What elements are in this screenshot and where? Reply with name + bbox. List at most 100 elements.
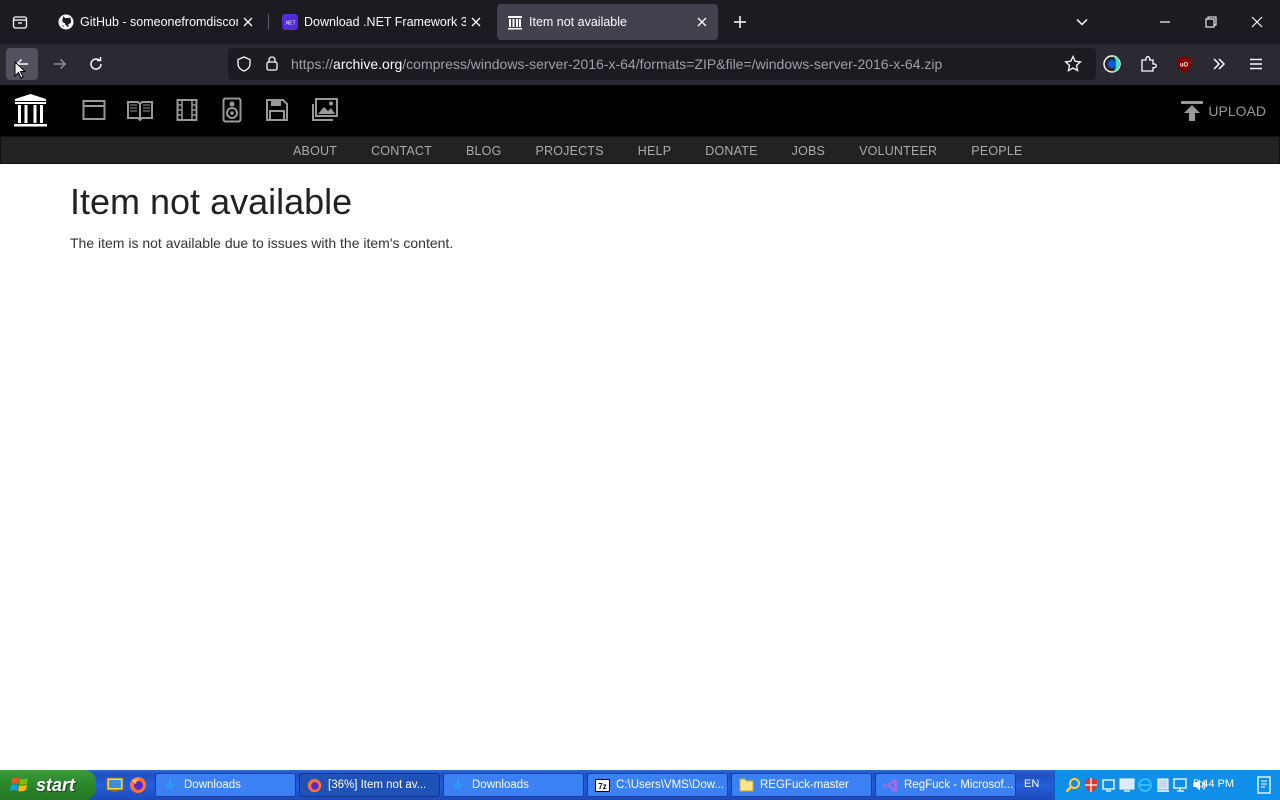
close-window-button[interactable] — [1241, 6, 1273, 38]
nav-help[interactable]: HELP — [621, 144, 688, 158]
taskbar-button-label: RegFuck - Microsof... — [904, 779, 1014, 791]
display-tray-icon[interactable] — [1119, 777, 1135, 793]
taskbar-button-downloads-2[interactable]: Downloads — [443, 773, 584, 797]
taskbar-button-7zip[interactable]: 7z C:\Users\VMS\Dow... — [587, 773, 728, 797]
start-label: start — [36, 774, 76, 795]
restore-window-button[interactable] — [1195, 6, 1227, 38]
github-icon — [58, 14, 74, 30]
chevron-down-icon — [1076, 18, 1088, 26]
tab-title: Item not available — [529, 15, 627, 29]
close-tab-icon[interactable] — [238, 12, 258, 32]
taskbar-button-label: C:\Users\VMS\Dow... — [616, 779, 724, 791]
nav-about[interactable]: ABOUT — [276, 144, 354, 158]
internet-archive-logo-icon[interactable] — [13, 93, 48, 129]
upload-icon — [1181, 101, 1204, 121]
tab-title: GitHub - someonefromdiscord — [80, 15, 238, 29]
svg-text:7z: 7z — [598, 782, 606, 791]
download-arrow-icon — [450, 777, 466, 793]
7zip-icon: 7z — [594, 777, 610, 793]
double-chevron-right-icon — [1213, 58, 1226, 70]
address-bar[interactable]: https://archive.org/compress/windows-ser… — [228, 48, 1096, 80]
network-tray-icon[interactable] — [1101, 777, 1117, 793]
ublock-origin-button[interactable]: uO — [1168, 48, 1200, 80]
forward-button[interactable] — [44, 48, 76, 80]
shield-icon — [237, 56, 251, 72]
tab-overview-icon — [12, 16, 28, 29]
system-tray: 5:44 PM — [1054, 770, 1280, 800]
taskbar-button-downloads[interactable]: Downloads — [155, 773, 296, 797]
security-shield-tray-icon[interactable] — [1083, 777, 1099, 793]
list-all-tabs-button[interactable] — [1066, 6, 1098, 38]
taskbar-button-folder[interactable]: REGFuck-master — [731, 773, 872, 797]
tab-dotnet[interactable]: .NET Download .NET Framework 3.5 — [272, 4, 492, 40]
firefox-launch-icon[interactable] — [129, 776, 147, 794]
images-icon[interactable] — [311, 97, 339, 123]
download-arrow-icon — [162, 777, 178, 793]
language-indicator[interactable]: EN — [1024, 778, 1039, 790]
minimize-window-button[interactable] — [1149, 6, 1181, 38]
taskbar-button-visual-studio[interactable]: RegFuck - Microsof... — [875, 773, 1016, 797]
taskbar-button-label: Downloads — [184, 779, 241, 791]
tab-item-not-available[interactable]: Item not available — [497, 4, 718, 40]
nav-blog[interactable]: BLOG — [449, 144, 519, 158]
folder-icon — [738, 777, 754, 793]
page-title: Item not available — [70, 181, 353, 222]
web-icon[interactable] — [82, 97, 106, 123]
nav-contact[interactable]: CONTACT — [354, 144, 449, 158]
show-desktop-icon[interactable] — [106, 777, 124, 793]
taskbar-button-label: [36%] Item not av... — [328, 779, 427, 791]
start-button[interactable]: start — [0, 770, 96, 800]
texts-icon[interactable] — [126, 97, 154, 123]
taskbar-button-label: Downloads — [472, 779, 529, 791]
puzzle-icon — [1141, 56, 1157, 72]
video-icon[interactable] — [176, 97, 198, 123]
firefox-icon — [306, 777, 322, 793]
nav-projects[interactable]: PROJECTS — [519, 144, 621, 158]
account-button[interactable] — [1096, 48, 1128, 80]
error-message: The item is not available due to issues … — [70, 235, 454, 251]
site-nav: ABOUT CONTACT BLOG PROJECTS HELP DONATE … — [0, 136, 1280, 164]
plus-icon — [734, 16, 746, 28]
audio-icon[interactable] — [222, 97, 242, 123]
taskbar-button-label: REGFuck-master — [760, 779, 849, 791]
visual-studio-icon — [882, 777, 898, 793]
tab-title: Download .NET Framework 3.5 — [304, 15, 466, 29]
app-menu-button[interactable] — [1240, 48, 1272, 80]
hamburger-menu-icon — [1250, 58, 1262, 70]
bookmark-star-icon[interactable] — [1064, 55, 1082, 73]
svg-text:.NET: .NET — [284, 21, 295, 27]
new-tab-button[interactable] — [724, 6, 756, 38]
tab-overview-button[interactable] — [4, 6, 36, 38]
svg-text:uO: uO — [1180, 63, 1189, 69]
software-icon[interactable] — [265, 97, 289, 123]
tab-separator — [268, 14, 269, 30]
close-tab-icon[interactable] — [692, 12, 712, 32]
more-tools-button[interactable] — [1203, 48, 1235, 80]
nav-people[interactable]: PEOPLE — [954, 144, 1039, 158]
nav-volunteer[interactable]: VOLUNTEER — [842, 144, 954, 158]
arrow-right-icon — [54, 58, 67, 70]
search-tray-icon[interactable] — [1065, 777, 1081, 793]
upload-button[interactable]: UPLOAD — [1180, 100, 1266, 122]
mouse-cursor-icon — [14, 61, 26, 79]
nav-jobs[interactable]: JOBS — [775, 144, 842, 158]
close-tab-icon[interactable] — [466, 12, 486, 32]
url-path: /compress/windows-server-2016-x-64/forma… — [402, 56, 943, 72]
tab-github[interactable]: GitHub - someonefromdiscord — [48, 4, 264, 40]
reload-button[interactable] — [80, 48, 112, 80]
notification-tray-icon[interactable] — [1256, 776, 1272, 794]
computer-tray-icon[interactable] — [1173, 777, 1189, 793]
clock[interactable]: 5:44 PM — [1193, 778, 1234, 790]
nav-donate[interactable]: DONATE — [688, 144, 774, 158]
extensions-button[interactable] — [1132, 48, 1164, 80]
url-text: https://archive.org/compress/windows-ser… — [291, 56, 942, 72]
tab-strip: GitHub - someonefromdiscord .NET Downloa… — [0, 0, 1280, 44]
close-icon — [1251, 16, 1263, 28]
upload-label: UPLOAD — [1208, 103, 1266, 119]
taskbar-button-firefox[interactable]: [36%] Item not av... — [299, 773, 440, 797]
safely-remove-hardware-tray-icon[interactable] — [1155, 777, 1171, 793]
internet-explorer-tray-icon[interactable] — [1137, 777, 1153, 793]
lock-icon — [266, 56, 278, 71]
archive-icon — [507, 14, 523, 30]
taskbar: start Downloads [36%] Item not av... Dow… — [0, 770, 1280, 800]
